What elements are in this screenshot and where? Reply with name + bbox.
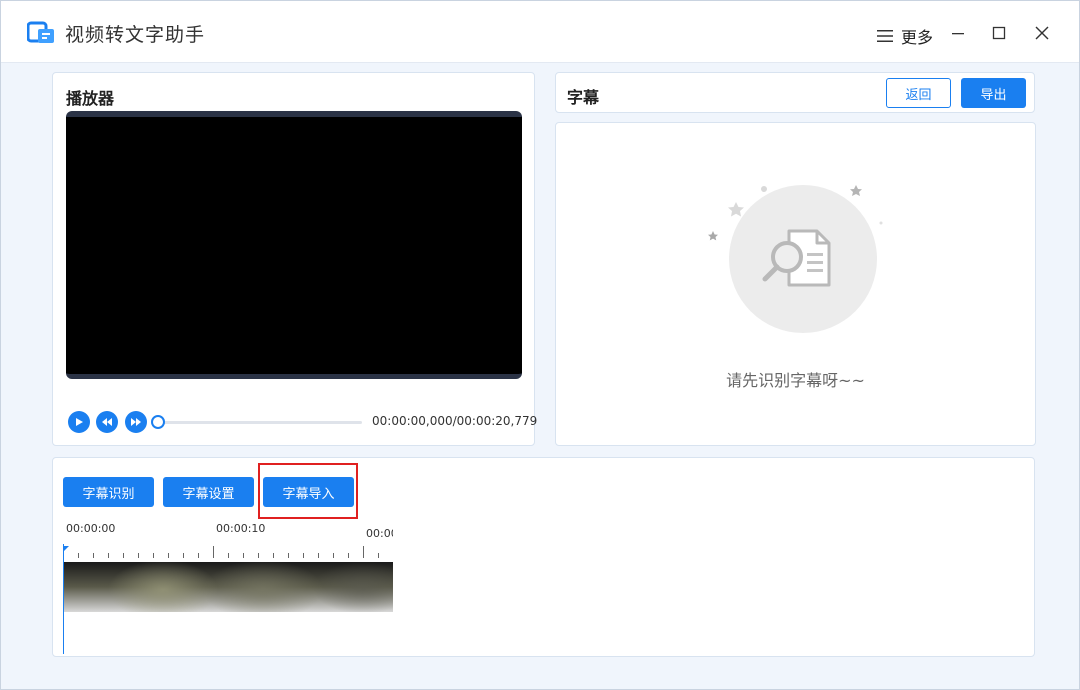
back-button[interactable]: 返回: [886, 78, 951, 108]
video-canvas[interactable]: [66, 111, 522, 379]
time-display: 00:00:00,000/00:00:20,779: [372, 414, 538, 428]
minimize-button[interactable]: [948, 23, 968, 43]
rewind-button[interactable]: [96, 411, 118, 433]
progress-track[interactable]: [157, 421, 362, 424]
play-button[interactable]: [68, 411, 90, 433]
maximize-button[interactable]: [989, 23, 1009, 43]
empty-state-text: 请先识别字幕呀~~: [726, 371, 865, 390]
timeline-label-clip: 00:00: [366, 522, 393, 541]
close-icon: [1035, 26, 1049, 40]
subtitle-title: 字幕: [567, 88, 600, 107]
play-icon: [76, 418, 83, 426]
edit-panel: 字幕识别 字幕设置 字幕导入 00:00:00 00:00:10 00:00: [52, 457, 1035, 657]
maximize-icon: [992, 26, 1006, 40]
player-panel: 播放器 00:00:00,000/00:00:20,779: [52, 72, 538, 446]
search-document-icon: [762, 229, 831, 287]
progress-handle[interactable]: [151, 415, 165, 429]
app-title: 视频转文字助手: [65, 24, 206, 46]
export-button[interactable]: 导出: [961, 78, 1026, 108]
app-window: 视频转文字助手 更多 播放器 00:00:00,000/00:00:20,779…: [0, 0, 1080, 690]
timeline-label-end: 00:00: [366, 527, 393, 540]
timeline-playhead[interactable]: [63, 544, 64, 654]
rewind-icon: [102, 418, 112, 426]
close-button[interactable]: [1032, 23, 1052, 43]
player-title: 播放器: [66, 89, 115, 108]
more-menu-button[interactable]: 更多: [877, 25, 933, 47]
video-thumbnail-strip[interactable]: [63, 562, 393, 612]
fast-forward-icon: [131, 418, 141, 426]
menu-icon: [877, 30, 893, 42]
subtitle-settings-button[interactable]: 字幕设置: [163, 477, 254, 507]
minimize-icon: [952, 33, 964, 35]
more-label: 更多: [901, 28, 934, 47]
highlight-annotation: [258, 463, 358, 519]
app-logo-icon: [27, 21, 54, 43]
subtitle-header: 字幕 返回 导出: [555, 72, 1035, 113]
subtitle-recognize-button[interactable]: 字幕识别: [63, 477, 154, 507]
fast-forward-button[interactable]: [125, 411, 147, 433]
empty-state-circle: [729, 185, 877, 333]
subtitle-content-panel: 请先识别字幕呀~~: [555, 122, 1036, 446]
timeline-label-mid: 00:00:10: [216, 522, 266, 535]
title-bar: 视频转文字助手 更多: [1, 1, 1079, 63]
timeline-ruler[interactable]: [63, 542, 393, 562]
timeline-label-start: 00:00:00: [66, 522, 116, 535]
